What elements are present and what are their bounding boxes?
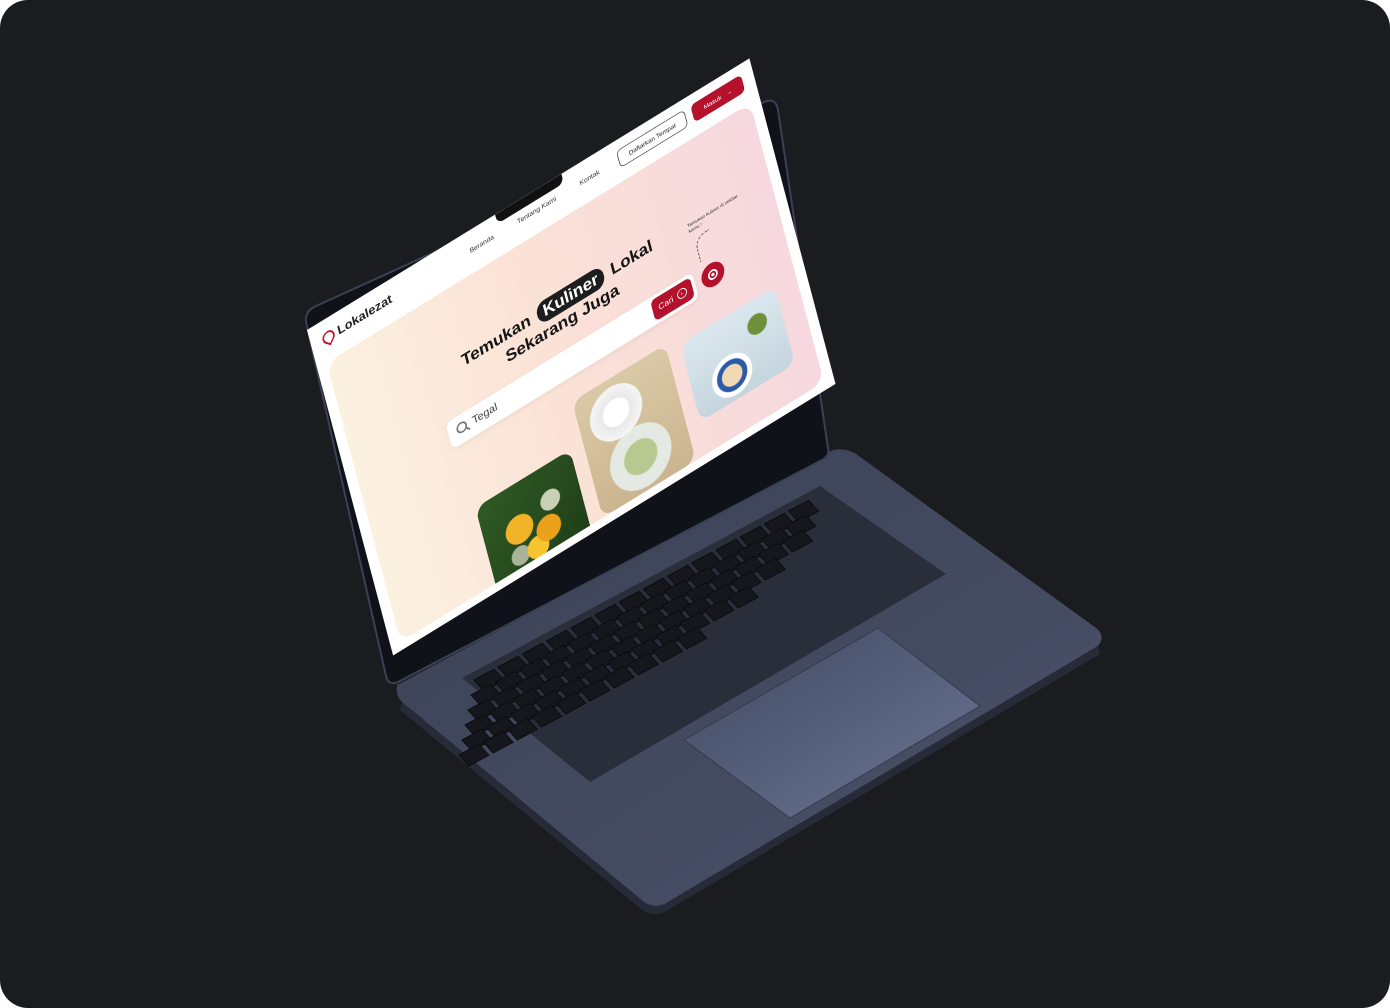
nav-item-kontak[interactable]: Kontak (579, 168, 601, 187)
nav-item-tentang-kami[interactable]: Tentang Kami (516, 195, 556, 226)
location-pin-icon (320, 328, 337, 346)
headline-word-3: Lokal (608, 236, 655, 279)
search-icon (455, 419, 469, 436)
search-input[interactable]: Tegal (471, 400, 499, 427)
nav-item-beranda[interactable]: Beranda (469, 233, 495, 255)
search-button[interactable]: Cari › (650, 277, 696, 322)
arrow-right-icon: › (675, 286, 688, 302)
food-image-satay (679, 286, 796, 422)
mockup-frame: Lokalezat Beranda Tentang Kami Kontak Da… (0, 0, 1390, 1008)
search-button-label: Cari (657, 294, 675, 313)
locate-icon (706, 266, 719, 283)
locate-button[interactable] (698, 256, 727, 293)
login-icon: → (724, 86, 733, 98)
login-label: Masuk (702, 92, 723, 111)
